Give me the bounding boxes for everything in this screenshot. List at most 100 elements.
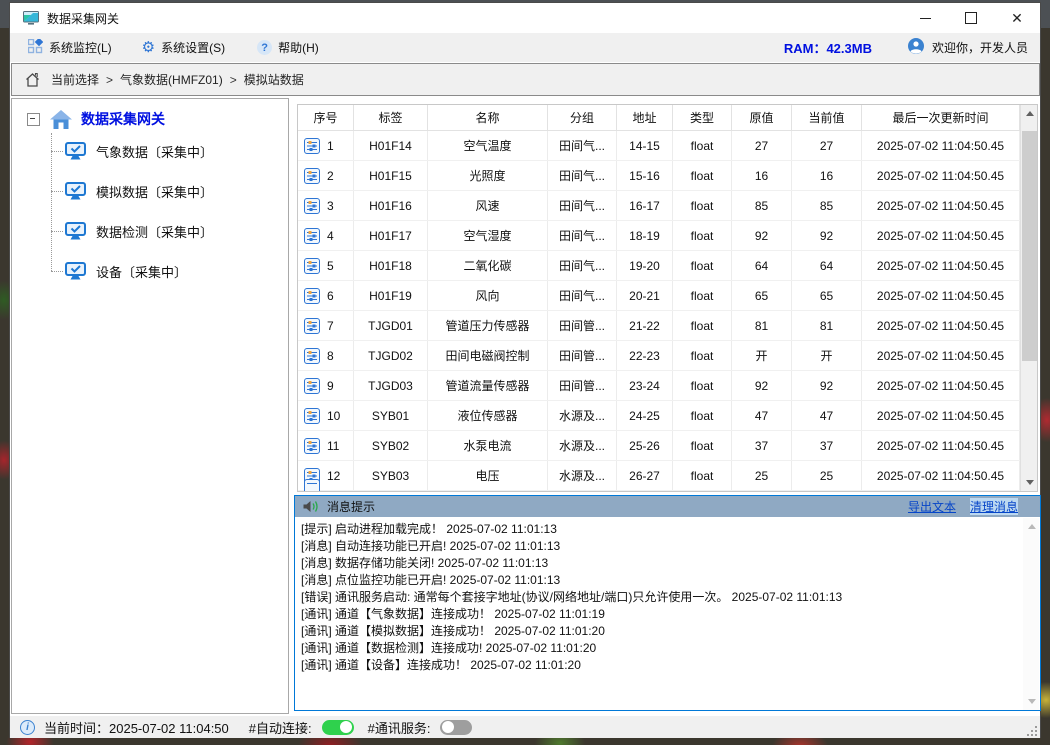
- tree-item-label: 数据检测〔采集中〕: [96, 222, 213, 241]
- cell-index-value: 8: [327, 349, 334, 363]
- close-icon: ✕: [1011, 11, 1023, 25]
- table-row[interactable]: 12 SYB03 电压 水源及... 26-27 float 25 25 202…: [298, 461, 1037, 491]
- scrollbar-thumb[interactable]: [1022, 131, 1037, 361]
- close-button[interactable]: ✕: [994, 3, 1040, 33]
- cell-group: 田间气...: [548, 131, 617, 160]
- cell-type: float: [673, 311, 732, 340]
- table-header-row: 序号标签名称分组地址类型原值当前值最后一次更新时间: [298, 105, 1037, 131]
- table-row[interactable]: 1 H01F14 空气温度 田间气... 14-15 float 27 27 2…: [298, 131, 1037, 161]
- table-column-header[interactable]: 当前值: [792, 105, 862, 131]
- question-icon: ?: [257, 40, 272, 55]
- clear-messages-link[interactable]: 清理消息: [970, 498, 1018, 515]
- export-text-link[interactable]: 导出文本: [908, 498, 956, 515]
- cell-address: 20-21: [617, 281, 673, 310]
- cell-index: 4: [298, 221, 354, 250]
- scroll-up-icon[interactable]: [1023, 518, 1040, 535]
- title-bar[interactable]: 数据采集网关 ✕: [10, 3, 1040, 33]
- table-row[interactable]: 7 TJGD01 管道压力传感器 田间管... 21-22 float 81 8…: [298, 311, 1037, 341]
- table-row[interactable]: 10 SYB01 液位传感器 水源及... 24-25 float 47 47 …: [298, 401, 1037, 431]
- message-panel: 消息提示 导出文本 清理消息 [提示] 启动进程加载完成！ 2025-07-02…: [294, 495, 1041, 711]
- table-column-header[interactable]: 序号: [298, 105, 354, 131]
- cell-updated-time: 2025-07-02 11:04:50.45: [862, 431, 1020, 460]
- tree-item-channel[interactable]: 气象数据〔采集中〕: [12, 131, 288, 171]
- comm-service-toggle[interactable]: [440, 720, 472, 735]
- cell-index: 6: [298, 281, 354, 310]
- monitor-check-icon: [65, 142, 86, 160]
- table-row[interactable]: 11 SYB02 水泵电流 水源及... 25-26 float 37 37 2…: [298, 431, 1037, 461]
- minimize-button[interactable]: [902, 3, 948, 33]
- message-scrollbar[interactable]: [1023, 518, 1039, 710]
- table-row[interactable]: 6 H01F19 风向 田间气... 20-21 float 65 65 202…: [298, 281, 1037, 311]
- cell-raw-value: 25: [732, 461, 792, 490]
- cell-raw-value: 16: [732, 161, 792, 190]
- gear-icon: ⚙: [142, 40, 155, 55]
- ram-indicator: RAM：42.3MB: [784, 38, 872, 57]
- cell-index: 8: [298, 341, 354, 370]
- scroll-down-icon[interactable]: [1023, 693, 1040, 710]
- cell-address: 24-25: [617, 401, 673, 430]
- cell-updated-time: 2025-07-02 11:04:50.45: [862, 401, 1020, 430]
- table-row[interactable]: 2 H01F15 光照度 田间气... 15-16 float 16 16 20…: [298, 161, 1037, 191]
- point-tune-icon: [304, 288, 320, 304]
- table-row[interactable]: 9 TJGD03 管道流量传感器 田间管... 23-24 float 92 9…: [298, 371, 1037, 401]
- cell-tag: H01F19: [354, 281, 428, 310]
- table-column-header[interactable]: 类型: [673, 105, 732, 131]
- cell-group: 水源及...: [548, 431, 617, 460]
- cell-group: 田间气...: [548, 221, 617, 250]
- message-log[interactable]: [提示] 启动进程加载完成！ 2025-07-02 11:01:13[消息] 自…: [295, 517, 1022, 710]
- table-row[interactable]: 5 H01F18 二氧化碳 田间气... 19-20 float 64 64 2…: [298, 251, 1037, 281]
- cell-updated-time: 2025-07-02 11:04:50.45: [862, 131, 1020, 160]
- tree-item-channel[interactable]: 设备〔采集中〕: [12, 251, 288, 291]
- table-column-header[interactable]: 名称: [428, 105, 548, 131]
- message-panel-title: 消息提示: [327, 498, 375, 515]
- home-outline-icon[interactable]: [24, 72, 41, 88]
- breadcrumb-current-label: 当前选择: [51, 71, 99, 88]
- breadcrumb-item-channel[interactable]: 气象数据(HMFZ01): [120, 71, 223, 88]
- breadcrumb-item-device[interactable]: 模拟站数据: [244, 71, 304, 88]
- menu-help[interactable]: ? 帮助(H): [253, 36, 323, 59]
- breadcrumb-separator: >: [230, 73, 237, 87]
- scroll-down-icon[interactable]: [1021, 474, 1038, 491]
- menu-bar: 系统监控(L) ⚙ 系统设置(S) ? 帮助(H) RAM：42.3MB: [10, 33, 1040, 62]
- cell-updated-time: 2025-07-02 11:04:50.45: [862, 191, 1020, 220]
- cell-name: 水泵电流: [428, 431, 548, 460]
- cell-type: float: [673, 191, 732, 220]
- auto-connect-toggle[interactable]: [322, 720, 354, 735]
- point-tune-icon: [304, 348, 320, 364]
- table-row[interactable]: 4 H01F17 空气湿度 田间气... 18-19 float 92 92 2…: [298, 221, 1037, 251]
- tree-item-channel[interactable]: 模拟数据〔采集中〕: [12, 171, 288, 211]
- menu-system-monitor[interactable]: 系统监控(L): [24, 36, 116, 60]
- cell-type: float: [673, 161, 732, 190]
- table-column-header[interactable]: 原值: [732, 105, 792, 131]
- menubar-right: RAM：42.3MB 欢迎你，开发人员: [784, 33, 1028, 62]
- table-row[interactable]: 8 TJGD02 田间电磁阀控制 田间管... 22-23 float 开 开 …: [298, 341, 1037, 371]
- menu-label: 系统设置(S): [161, 39, 225, 56]
- resize-grip-icon[interactable]: [1025, 724, 1037, 736]
- tree-root-node[interactable]: 数据采集网关: [12, 107, 165, 131]
- monitor-check-icon: [65, 182, 86, 200]
- table-column-header[interactable]: 最后一次更新时间: [862, 105, 1020, 131]
- cell-group: 田间气...: [548, 191, 617, 220]
- home-icon: [50, 110, 72, 129]
- cell-group: 水源及...: [548, 401, 617, 430]
- table-column-header[interactable]: 分组: [548, 105, 617, 131]
- cell-raw-value: 37: [732, 431, 792, 460]
- cell-updated-time: 2025-07-02 11:04:50.45: [862, 311, 1020, 340]
- table-column-header[interactable]: 标签: [354, 105, 428, 131]
- point-tune-icon: [304, 138, 320, 154]
- table-column-header[interactable]: 地址: [617, 105, 673, 131]
- tree-item-channel[interactable]: 数据检测〔采集中〕: [12, 211, 288, 251]
- log-line: [错误] 通讯服务启动: 通常每个套接字地址(协议/网络地址/端口)只允许使用一…: [301, 589, 1022, 606]
- scroll-up-icon[interactable]: [1021, 105, 1038, 122]
- info-icon: i: [20, 720, 35, 735]
- tree-collapse-icon[interactable]: [27, 113, 40, 126]
- menu-system-settings[interactable]: ⚙ 系统设置(S): [138, 36, 229, 59]
- user-icon: [908, 38, 924, 57]
- point-tune-icon: [304, 438, 320, 454]
- table-scrollbar[interactable]: [1020, 105, 1037, 491]
- cell-name: 风向: [428, 281, 548, 310]
- menu-label: 帮助(H): [278, 39, 319, 56]
- maximize-button[interactable]: [948, 3, 994, 33]
- cell-group: 水源及...: [548, 461, 617, 490]
- table-row[interactable]: 3 H01F16 风速 田间气... 16-17 float 85 85 202…: [298, 191, 1037, 221]
